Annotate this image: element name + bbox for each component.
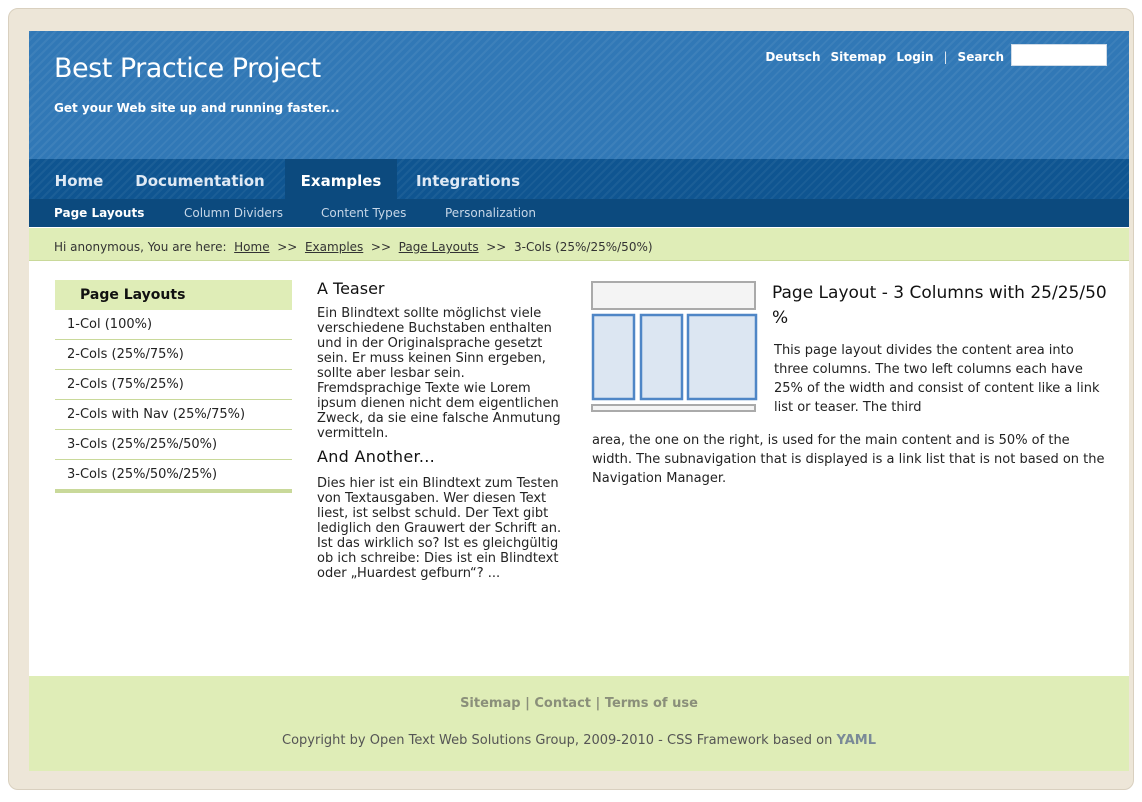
site-title[interactable]: Best Practice Project bbox=[54, 53, 321, 84]
sidebar: Page Layouts 1-Col (100%) 2-Cols (25%/75… bbox=[55, 280, 292, 493]
layout-illustration bbox=[591, 281, 758, 412]
figure-column-right bbox=[686, 313, 758, 401]
yaml-link[interactable]: YAML bbox=[837, 733, 876, 748]
footer-separator: | bbox=[525, 696, 530, 711]
tab-documentation[interactable]: Documentation bbox=[125, 159, 275, 199]
figure-column-middle bbox=[639, 313, 684, 401]
subnav-page-layouts[interactable]: Page Layouts bbox=[54, 199, 144, 227]
teaser-column: A Teaser Ein Blindtext sollte möglichst … bbox=[317, 279, 569, 581]
page: Best Practice Project Get your Web site … bbox=[29, 31, 1129, 771]
main-text-second: area, the one on the right, is used for … bbox=[592, 433, 1105, 486]
site-subtitle: Get your Web site up and running faster.… bbox=[54, 101, 340, 115]
search-input[interactable] bbox=[1011, 44, 1107, 66]
footer-link-contact[interactable]: Contact bbox=[534, 696, 591, 711]
tab-home[interactable]: Home bbox=[43, 159, 115, 199]
sidebar-item-2cols-25-75[interactable]: 2-Cols (25%/75%) bbox=[55, 340, 292, 370]
sub-navigation: Page Layouts Column Dividers Content Typ… bbox=[29, 199, 1129, 227]
breadcrumb-page-layouts[interactable]: Page Layouts bbox=[399, 240, 479, 254]
top-link-deutsch[interactable]: Deutsch bbox=[765, 50, 820, 64]
another-text: Dies hier ist ein Blindtext zum Testen v… bbox=[317, 476, 562, 581]
search-label[interactable]: Search bbox=[958, 50, 1004, 64]
sidebar-title: Page Layouts bbox=[55, 280, 292, 310]
breadcrumb-separator: >> bbox=[370, 240, 392, 254]
breadcrumb-separator: >> bbox=[277, 240, 298, 254]
sidebar-item-2cols-75-25[interactable]: 2-Cols (75%/25%) bbox=[55, 370, 292, 400]
footer-separator: | bbox=[595, 696, 601, 711]
top-nav-separator: | bbox=[943, 50, 948, 64]
figure-footer-block bbox=[591, 404, 756, 412]
main-navigation: Home Documentation Examples Integrations bbox=[29, 159, 1129, 199]
footer-link-sitemap[interactable]: Sitemap bbox=[460, 696, 520, 711]
tab-examples[interactable]: Examples bbox=[285, 159, 397, 199]
sidebar-item-3cols-25-50-25[interactable]: 3-Cols (25%/50%/25%) bbox=[55, 460, 292, 490]
teaser-text: Ein Blindtext sollte möglichst viele ver… bbox=[317, 306, 561, 441]
top-link-sitemap[interactable]: Sitemap bbox=[831, 50, 887, 64]
teaser-heading: A Teaser bbox=[317, 279, 385, 298]
sidebar-item-3cols-25-25-50[interactable]: 3-Cols (25%/25%/50%) bbox=[55, 430, 292, 460]
top-link-login[interactable]: Login bbox=[896, 50, 933, 64]
subnav-content-types[interactable]: Content Types bbox=[321, 199, 406, 227]
breadcrumb-current: 3-Cols (25%/25%/50%) bbox=[513, 240, 653, 254]
breadcrumb-separator: >> bbox=[486, 240, 507, 254]
copyright-text: Copyright by Open Text Web Solutions Gro… bbox=[282, 733, 833, 748]
breadcrumb-greeting: Hi anonymous, You are here: bbox=[54, 240, 227, 254]
top-navigation: Deutsch Sitemap Login | Search bbox=[765, 50, 1004, 64]
footer-links: Sitemap | Contact | Terms of use bbox=[29, 696, 1129, 711]
footer-copyright: Copyright by Open Text Web Solutions Gro… bbox=[29, 733, 1129, 748]
sidebar-item-1col[interactable]: 1-Col (100%) bbox=[55, 310, 292, 340]
main-title: Page Layout - 3 Columns with 25/25/50 % bbox=[772, 283, 1107, 328]
site-footer: Sitemap | Contact | Terms of use Copyrig… bbox=[29, 676, 1129, 771]
subnav-column-dividers[interactable]: Column Dividers bbox=[184, 199, 283, 227]
breadcrumb-examples[interactable]: Examples bbox=[305, 240, 363, 254]
footer-link-terms[interactable]: Terms of use bbox=[605, 696, 698, 711]
breadcrumb-home[interactable]: Home bbox=[234, 240, 269, 254]
main-text-first: This page layout divides the content are… bbox=[774, 343, 1100, 415]
sidebar-bottom-rule bbox=[55, 490, 292, 493]
figure-column-left bbox=[591, 313, 636, 401]
sidebar-item-2cols-nav[interactable]: 2-Cols with Nav (25%/75%) bbox=[55, 400, 292, 430]
site-header: Best Practice Project Get your Web site … bbox=[29, 31, 1129, 159]
another-heading: And Another... bbox=[317, 447, 436, 466]
breadcrumb: Hi anonymous, You are here: Home >> Exam… bbox=[29, 228, 1129, 261]
tab-integrations[interactable]: Integrations bbox=[407, 159, 529, 199]
subnav-personalization[interactable]: Personalization bbox=[445, 199, 536, 227]
figure-header-block bbox=[591, 281, 756, 310]
